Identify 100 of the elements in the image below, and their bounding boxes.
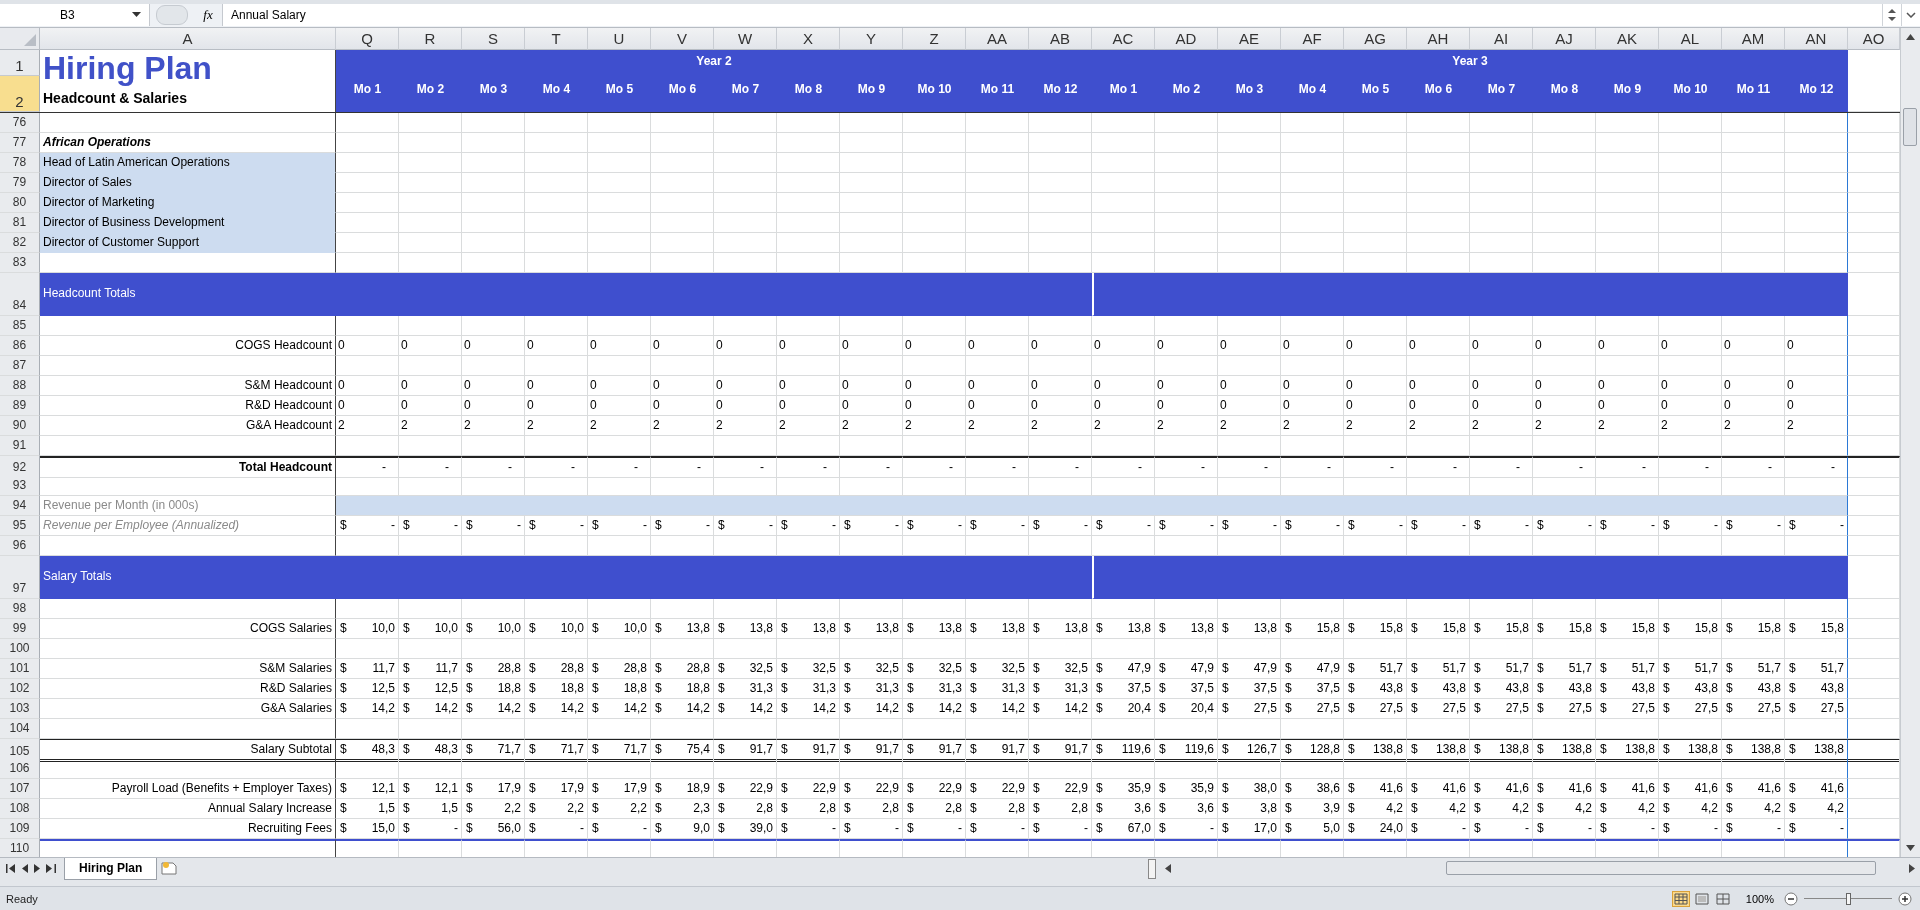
column-header[interactable]: AJ	[1533, 27, 1596, 50]
row-header[interactable]: 107	[0, 778, 40, 799]
table-cell: $ 39,0	[714, 818, 777, 839]
table-cell: -	[1281, 455, 1344, 478]
formula-field[interactable]: Annual Salary	[222, 4, 1882, 27]
row-header[interactable]: 79	[0, 172, 40, 193]
slider-thumb[interactable]	[1846, 892, 1851, 905]
row-header[interactable]: 97	[0, 555, 40, 599]
row-header[interactable]: 87	[0, 355, 40, 376]
row-header[interactable]: 1	[0, 49, 40, 76]
caret-icon[interactable]	[132, 12, 141, 19]
splitter-handle[interactable]	[1148, 859, 1156, 880]
table-cell: 0	[525, 335, 588, 356]
column-header[interactable]: AD	[1155, 27, 1218, 50]
column-header[interactable]: U	[588, 27, 651, 50]
row-header[interactable]: 109	[0, 818, 40, 839]
row-header[interactable]: 102	[0, 678, 40, 699]
scroll-thumb[interactable]	[1903, 107, 1917, 146]
previous-sheet-icon[interactable]	[22, 863, 28, 873]
column-header[interactable]: AO	[1848, 27, 1900, 50]
table-cell: $ 4,2	[1722, 798, 1785, 819]
row-header[interactable]: 91	[0, 435, 40, 456]
row-header[interactable]: 101	[0, 658, 40, 679]
row-header[interactable]: 103	[0, 698, 40, 719]
column-header[interactable]: AK	[1596, 27, 1659, 50]
column-header[interactable]: AH	[1407, 27, 1470, 50]
row-header[interactable]: 81	[0, 212, 40, 233]
row-header[interactable]: 78	[0, 152, 40, 173]
row-header[interactable]: 88	[0, 375, 40, 396]
normal-view-button[interactable]	[1671, 890, 1690, 907]
page-break-button[interactable]	[1713, 890, 1732, 907]
table-cell: $ 138,8	[1533, 738, 1596, 762]
column-header[interactable]: AM	[1722, 27, 1785, 50]
row-header[interactable]: 77	[0, 132, 40, 153]
table-cell: 0	[1470, 335, 1533, 356]
table-cell: -	[336, 455, 399, 478]
column-header[interactable]: AC	[1092, 27, 1155, 50]
column-header[interactable]: AA	[966, 27, 1029, 50]
row-header[interactable]: 100	[0, 638, 40, 659]
row-header[interactable]: 90	[0, 415, 40, 436]
column-header[interactable]: AB	[1029, 27, 1092, 50]
row-header[interactable]: 106	[0, 758, 40, 779]
month-header: Mo 7	[730, 81, 761, 96]
table-cell: $ 2,2	[462, 798, 525, 819]
splitter-handle[interactable]	[156, 5, 188, 26]
column-header[interactable]: W	[714, 27, 777, 50]
row-header[interactable]: 2	[0, 75, 40, 112]
row-header[interactable]: 86	[0, 335, 40, 356]
row-header[interactable]: 92	[0, 455, 40, 478]
column-header[interactable]: T	[525, 27, 588, 50]
table-cell: $ 2,8	[966, 798, 1029, 819]
column-header[interactable]: R	[399, 27, 462, 50]
row-header[interactable]: 108	[0, 798, 40, 819]
row-header[interactable]: 95	[0, 515, 40, 536]
row-header[interactable]: 83	[0, 252, 40, 273]
column-header[interactable]: V	[651, 27, 714, 50]
row-header[interactable]: 80	[0, 192, 40, 213]
row-header[interactable]: 89	[0, 395, 40, 416]
zoom-out-button[interactable]	[1784, 891, 1798, 906]
row-header[interactable]: 104	[0, 718, 40, 739]
column-header[interactable]: AI	[1470, 27, 1533, 50]
table-cell: $ 138,8	[1470, 738, 1533, 762]
scroll-thumb[interactable]	[1446, 861, 1876, 876]
row-header[interactable]: 96	[0, 535, 40, 556]
table-cell: $ 41,6	[1596, 778, 1659, 799]
table-cell: $ 41,6	[1344, 778, 1407, 799]
column-header[interactable]: A	[40, 27, 336, 50]
first-sheet-icon[interactable]	[6, 863, 16, 873]
row-header[interactable]: 82	[0, 232, 40, 253]
column-header[interactable]: Q	[336, 27, 399, 50]
row-header[interactable]: 99	[0, 618, 40, 639]
row-header[interactable]: 85	[0, 315, 40, 336]
row-header[interactable]: 84	[0, 272, 40, 316]
column-header[interactable]: AN	[1785, 27, 1848, 50]
last-sheet-icon[interactable]	[46, 863, 56, 873]
table-cell: -	[1659, 455, 1722, 478]
table-cell: -	[1344, 455, 1407, 478]
table-cell: -	[1785, 455, 1848, 478]
name-box[interactable]: B3	[0, 4, 150, 27]
zoom-level[interactable]: 100%	[1745, 892, 1774, 905]
expand-button[interactable]	[1882, 4, 1901, 27]
row-header[interactable]: 98	[0, 598, 40, 619]
zoom-in-button[interactable]	[1898, 891, 1912, 906]
table-cell: $ -	[903, 818, 966, 839]
sheet-tab[interactable]: Hiring Plan	[64, 858, 158, 881]
column-header[interactable]: X	[777, 27, 840, 50]
insert-function-button[interactable]: fx	[194, 7, 222, 24]
row-header[interactable]: 76	[0, 112, 40, 133]
row-header[interactable]: 94	[0, 495, 40, 516]
column-header[interactable]: Z	[903, 27, 966, 50]
next-sheet-icon[interactable]	[34, 863, 40, 873]
row-header[interactable]: 93	[0, 475, 40, 496]
column-header[interactable]: AG	[1344, 27, 1407, 50]
column-header[interactable]: AE	[1218, 27, 1281, 50]
column-header[interactable]: Y	[840, 27, 903, 50]
column-header[interactable]: AL	[1659, 27, 1722, 50]
column-header[interactable]: S	[462, 27, 525, 50]
table-cell: 0	[462, 375, 525, 396]
column-header[interactable]: AF	[1281, 27, 1344, 50]
table-cell: 0	[525, 395, 588, 416]
